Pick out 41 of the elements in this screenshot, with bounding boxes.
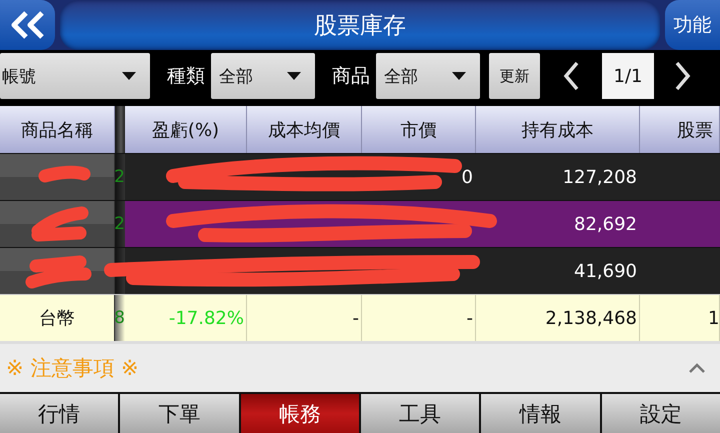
table-row[interactable]: 2 82,692 [0,200,720,247]
table-row[interactable]: 台幣 8 -17.82% - - 2,138,468 1 [0,294,720,341]
page-indicator: 1/1 [602,53,654,99]
function-button[interactable]: 功能 [665,0,720,50]
table-cell-text: 0 [460,166,474,190]
product-label: 商品 [332,64,370,89]
nav-tab[interactable]: 工具 [361,394,480,433]
table-row[interactable]: 41,690 [0,247,720,294]
table-cell: 8 [115,295,125,341]
table-cell: 2 [115,154,125,200]
nav-tab[interactable]: 情報 [481,394,600,433]
chevron-left-icon [563,61,579,91]
caret-icon [287,72,301,80]
column-header: 市價 [362,106,476,153]
caret-up-icon[interactable] [688,362,706,374]
account-dropdown[interactable]: 帳號 [0,53,150,99]
back-button[interactable] [0,0,55,50]
nav-tab[interactable]: 帳務 [240,394,359,433]
type-dropdown[interactable]: 全部 [211,53,315,99]
chevron-right-icon [675,61,691,91]
column-header: 持有成本 [476,106,640,153]
table-cell-text: 82,692 [573,212,638,236]
table-cell: 2 [115,201,125,247]
column-header: 商品名稱 [0,106,115,153]
caret-icon [122,72,136,80]
table-cell-text: 127,208 [562,166,638,190]
table-cell-text: 41,690 [573,260,638,284]
column-header [115,106,125,153]
type-label: 種類 [167,64,205,89]
notice-title: ※ 注意事項 ※ [6,355,139,382]
column-header: 股票 [640,106,720,153]
nav-tab[interactable]: 下單 [120,394,239,433]
table-row[interactable]: 2 0 127,208 [0,153,720,200]
nav-tab[interactable]: 設定 [602,394,720,433]
window-title: 股票庫存 [60,0,660,50]
caret-icon [452,72,466,80]
nav-tab[interactable]: 行情 [0,394,118,433]
refresh-button[interactable]: 更新 [489,53,540,99]
column-header: 盈虧(%) [125,106,247,153]
column-header: 成本均價 [247,106,362,153]
product-dropdown[interactable]: 全部 [376,53,480,99]
